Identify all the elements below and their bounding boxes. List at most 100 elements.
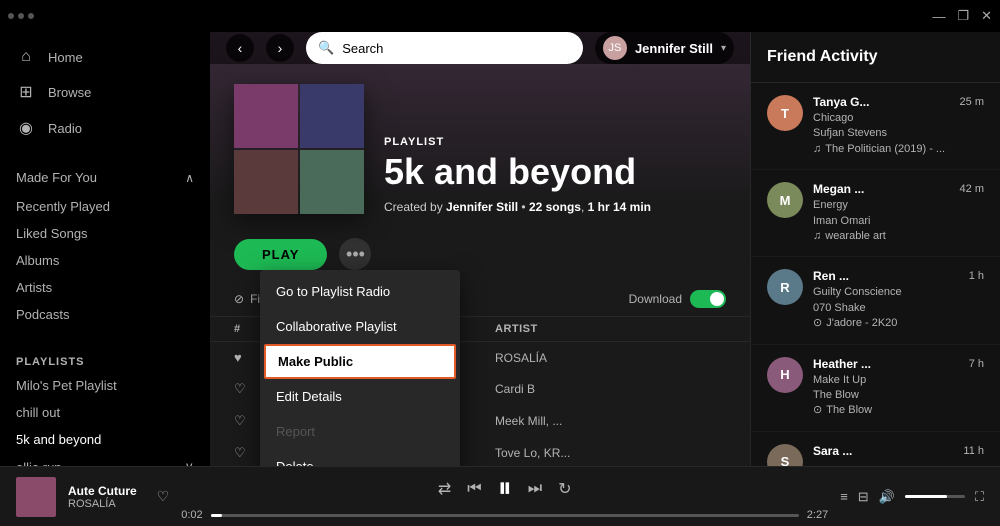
playlist-art <box>234 84 364 214</box>
friend-activity-header: Friend Activity <box>751 32 1000 83</box>
playlist-art-cell-4 <box>300 150 364 214</box>
title-bar-dot <box>18 13 24 19</box>
now-playing-info: Aute Cuture ROSALÍA <box>68 484 137 510</box>
more-options-button[interactable]: ••• <box>339 238 371 270</box>
now-playing-art <box>16 477 56 517</box>
close-button[interactable]: ✕ <box>981 8 992 24</box>
context-menu-item-delete[interactable]: Delete <box>260 449 460 466</box>
sidebar-item-podcasts[interactable]: Podcasts <box>0 301 210 328</box>
queue-button[interactable]: ≡ <box>840 489 848 504</box>
sidebar-item-browse-label: Browse <box>48 85 91 100</box>
friend-activity-0: Chicago Sufjan Stevens ♫ The Politician … <box>813 111 984 157</box>
radio-icon: ◉ <box>16 118 36 138</box>
context-menu: Go to Playlist Radio Collaborative Playl… <box>260 270 460 466</box>
back-icon: ‹ <box>238 40 243 56</box>
friend-name-row-2: Ren ... 1 h <box>813 269 984 283</box>
context-menu-item-report: Report <box>260 414 460 449</box>
minimize-button[interactable]: — <box>932 9 945 24</box>
next-button[interactable]: ⏭ <box>528 480 542 498</box>
sidebar-item-browse[interactable]: ⊞ Browse <box>0 74 210 110</box>
friend-song-1: ♫ wearable art <box>813 229 984 244</box>
friend-item-3[interactable]: H Heather ... 7 h Make It Up The Blow ⊙ … <box>751 345 1000 432</box>
sidebar-item-liked-songs[interactable]: Liked Songs <box>0 220 210 247</box>
bottom-player: Aute Cuture ROSALÍA ♡ ⇄ ⏮ ⏸ ⏭ ↻ 0:02 2:2… <box>0 466 1000 526</box>
total-time: 2:27 <box>807 509 828 521</box>
friend-name-row-1: Megan ... 42 m <box>813 182 984 196</box>
friend-avatar-0: T <box>767 95 803 131</box>
sidebar-item-home[interactable]: ⌂ Home <box>0 40 210 74</box>
track-heart-icon[interactable]: ♡ <box>234 445 256 461</box>
context-menu-item-make-public[interactable]: Make Public <box>264 344 456 379</box>
friend-song-text-0: The Politician (2019) - ... <box>825 142 945 157</box>
sidebar-item-5k-beyond[interactable]: 5k and beyond <box>0 426 210 453</box>
context-menu-item-playlist-radio[interactable]: Go to Playlist Radio <box>260 274 460 309</box>
volume-bar[interactable] <box>905 495 965 498</box>
progress-bar[interactable] <box>211 514 799 517</box>
fullscreen-button[interactable]: ⛶ <box>975 489 984 505</box>
friend-name-2: Ren ... <box>813 269 849 283</box>
play-pause-button[interactable]: ⏸ <box>498 472 512 505</box>
sidebar-item-artists[interactable]: Artists <box>0 274 210 301</box>
search-bar[interactable]: 🔍 <box>306 32 583 64</box>
track-heart-icon[interactable]: ♥ <box>234 350 256 365</box>
friend-info-1: Megan ... 42 m Energy Iman Omari ♫ weara… <box>813 182 984 244</box>
friend-time-4: 11 h <box>963 445 984 457</box>
play-button[interactable]: PLAY <box>234 239 327 270</box>
playlist-art-cell-2 <box>300 84 364 148</box>
track-heart-icon[interactable]: ♡ <box>234 381 256 397</box>
friend-song-2: ⊙ J'adore - 2K20 <box>813 316 984 331</box>
friend-activity-artist-3: The Blow <box>813 388 984 403</box>
playlist-art-cell-3 <box>234 150 298 214</box>
title-bar-controls[interactable]: — ❐ ✕ <box>932 8 992 24</box>
back-button[interactable]: ‹ <box>226 34 254 62</box>
friend-avatar-1: M <box>767 182 803 218</box>
make-public-label: Make Public <box>278 354 353 369</box>
friend-activity-1: Energy Iman Omari ♫ wearable art <box>813 198 984 244</box>
friend-item-4[interactable]: S Sara ... 11 h <box>751 432 1000 466</box>
previous-button[interactable]: ⏮ <box>467 480 481 498</box>
search-input[interactable] <box>342 41 571 56</box>
playlist-info: PLAYLIST 5k and beyond Created by Jennif… <box>384 136 651 214</box>
recently-played-label: Recently Played <box>16 199 110 214</box>
repeat-button[interactable]: ↻ <box>558 479 571 499</box>
track-artist: Tove Lo, KR... <box>495 446 726 460</box>
track-heart-icon[interactable]: ♡ <box>234 413 256 429</box>
shuffle-button[interactable]: ⇄ <box>438 479 451 499</box>
music-note-icon-2: ⊙ <box>813 316 822 331</box>
user-profile[interactable]: JS Jennifer Still ▾ <box>595 32 734 64</box>
friend-activity-track-3: Make It Up <box>813 373 984 388</box>
friend-item-1[interactable]: M Megan ... 42 m Energy Iman Omari ♫ wea… <box>751 170 1000 257</box>
sidebar-item-radio[interactable]: ◉ Radio <box>0 110 210 146</box>
track-artist: Cardi B <box>495 382 726 396</box>
sidebar-item-ellie-run[interactable]: ellie run ∨ <box>0 453 210 466</box>
friend-name-0: Tanya G... <box>813 95 869 109</box>
volume-icon: 🔊 <box>879 489 895 505</box>
friend-song-0: ♫ The Politician (2019) - ... <box>813 142 984 157</box>
friend-activity-track-0: Chicago <box>813 111 984 126</box>
sidebar-item-albums[interactable]: Albums <box>0 247 210 274</box>
friend-item-0[interactable]: T Tanya G... 25 m Chicago Sufjan Stevens… <box>751 83 1000 170</box>
sidebar-item-made-for-you[interactable]: Made For You <box>16 166 97 189</box>
forward-button[interactable]: › <box>266 34 294 62</box>
collapse-icon[interactable]: ∧ <box>185 171 194 185</box>
sidebar-item-pet-playlist[interactable]: Milo's Pet Playlist <box>0 372 210 399</box>
device-button[interactable]: ⊟ <box>858 489 869 505</box>
playlist-header: PLAYLIST 5k and beyond Created by Jennif… <box>210 64 750 230</box>
user-name: Jennifer Still <box>635 41 713 56</box>
player-buttons: ⇄ ⏮ ⏸ ⏭ ↻ <box>438 472 572 505</box>
friend-item-2[interactable]: R Ren ... 1 h Guilty Conscience 070 Shak… <box>751 257 1000 344</box>
progress-bar-container: 0:02 2:27 <box>181 509 828 521</box>
download-toggle: Download <box>629 290 726 308</box>
playlist-song-count: 22 songs <box>529 200 581 214</box>
volume-fill <box>905 495 947 498</box>
now-playing-heart-icon[interactable]: ♡ <box>157 488 170 505</box>
title-bar-dots <box>8 13 34 19</box>
download-toggle-switch[interactable] <box>690 290 726 308</box>
maximize-button[interactable]: ❐ <box>957 8 969 24</box>
context-menu-item-collaborative[interactable]: Collaborative Playlist <box>260 309 460 344</box>
context-menu-item-edit-details[interactable]: Edit Details <box>260 379 460 414</box>
friend-name-1: Megan ... <box>813 182 864 196</box>
sidebar-item-chill-out[interactable]: chill out <box>0 399 210 426</box>
friend-avatar-4: S <box>767 444 803 466</box>
sidebar-item-recently-played[interactable]: Recently Played <box>0 193 210 220</box>
